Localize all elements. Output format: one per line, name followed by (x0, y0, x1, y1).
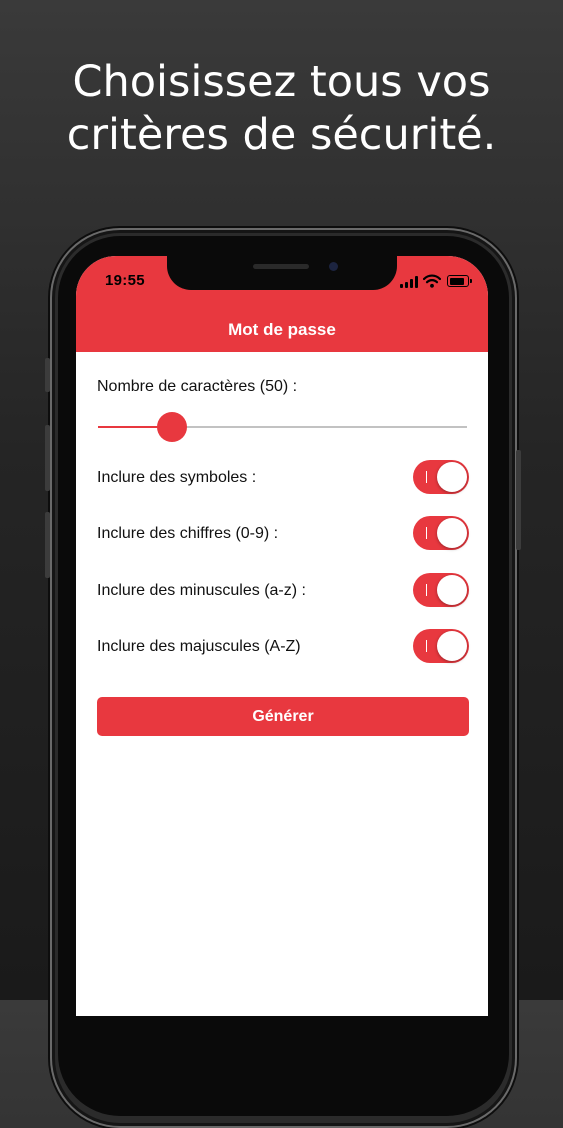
toggle-knob (437, 631, 467, 661)
toggle-symbols[interactable] (413, 460, 469, 494)
phone-screen: 19:55 Mot de passe Nombre de caractères … (76, 256, 488, 1016)
toggle-digits[interactable] (413, 516, 469, 550)
option-row-lowercase: Inclure des minuscules (a-z) : (97, 573, 469, 609)
option-label-uppercase: Inclure des majuscules (A-Z) (97, 638, 301, 655)
promo-headline: Choisissez tous vos critères de sécurité… (0, 56, 563, 162)
toggle-on-mark (426, 584, 427, 596)
option-label-digits: Inclure des chiffres (0-9) : (97, 525, 279, 542)
speaker-grille (253, 264, 309, 269)
option-row-symbols: Inclure des symboles : (97, 460, 469, 496)
toggle-knob (437, 518, 467, 548)
promo-headline-line-1: Choisissez tous vos (72, 57, 491, 107)
option-row-uppercase: Inclure des majuscules (A-Z) (97, 629, 469, 665)
toggle-uppercase[interactable] (413, 629, 469, 663)
slider-thumb[interactable] (156, 412, 187, 442)
promo-headline-line-2: critères de sécurité. (66, 110, 497, 160)
power-button (516, 450, 521, 550)
generate-button[interactable]: Générer (97, 697, 469, 736)
volume-up-button (45, 425, 50, 491)
signal-icon (400, 276, 420, 288)
option-row-digits: Inclure des chiffres (0-9) : (97, 516, 469, 552)
notch (167, 256, 397, 290)
mute-switch (45, 358, 50, 392)
battery-icon (447, 275, 472, 287)
page-title: Mot de passe (228, 320, 336, 339)
toggle-on-mark (426, 527, 427, 539)
length-label: Nombre de caractères (50) : (97, 378, 298, 395)
option-label-lowercase: Inclure des minuscules (a-z) : (97, 582, 306, 599)
wifi-icon (423, 274, 441, 288)
toggle-knob (437, 575, 467, 605)
settings-form: Nombre de caractères (50) : Inclure des … (76, 352, 488, 1016)
toggle-lowercase[interactable] (413, 573, 469, 607)
volume-down-button (45, 512, 50, 578)
app-bar: 19:55 Mot de passe (76, 256, 488, 352)
toggle-on-mark (426, 640, 427, 652)
length-slider[interactable] (98, 412, 467, 442)
toggle-on-mark (426, 471, 427, 483)
option-label-symbols: Inclure des symboles : (97, 469, 257, 486)
toggle-knob (437, 462, 467, 492)
status-time: 19:55 (105, 272, 145, 289)
front-camera-icon (329, 262, 338, 271)
